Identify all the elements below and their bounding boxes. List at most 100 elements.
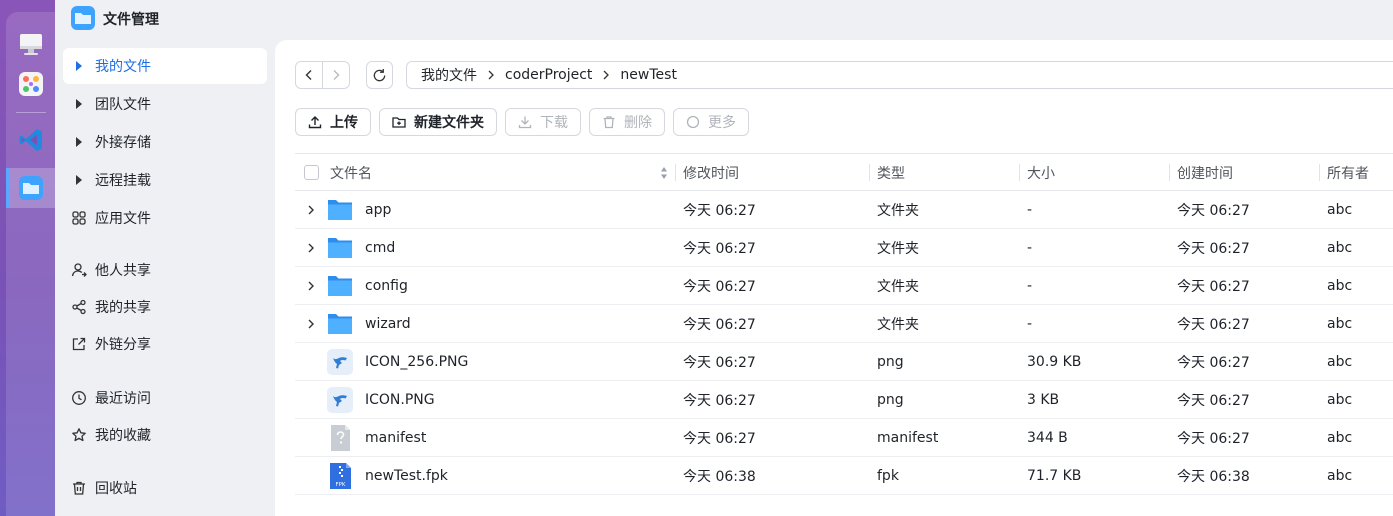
table-header: 文件名 修改时间 类型 大小 创建时间 所有者 (295, 153, 1393, 191)
file-name: newTest.fpk (365, 467, 448, 484)
file-modified: 今天 06:27 (683, 240, 756, 257)
sidebar-item-recycle-bin[interactable]: 回收站 (63, 470, 267, 506)
upload-button[interactable]: 上传 (295, 108, 371, 136)
sort-icon[interactable] (660, 165, 668, 181)
forward-button[interactable] (322, 62, 349, 88)
more-button[interactable]: 更多 (673, 108, 749, 136)
table-row[interactable]: app 今天 06:27 文件夹 - 今天 06:27 abc (295, 191, 1393, 229)
select-all-checkbox[interactable] (304, 165, 319, 180)
delete-button-label: 删除 (624, 115, 652, 131)
table-row[interactable]: manifest 今天 06:27 manifest 344 B 今天 06:2… (295, 419, 1393, 457)
sidebar-item-recent[interactable]: 最近访问 (63, 380, 267, 416)
file-size: 71.7 KB (1027, 467, 1082, 484)
file-size: - (1027, 201, 1033, 218)
file-size: - (1027, 277, 1033, 294)
refresh-icon (373, 68, 386, 81)
file-created: 今天 06:27 (1177, 278, 1250, 295)
file-created: 今天 06:27 (1177, 430, 1250, 447)
column-header-size[interactable]: 大小 (1027, 154, 1055, 191)
sidebar-item-remote-mount[interactable]: 远程挂载 (63, 162, 267, 198)
column-header-created[interactable]: 创建时间 (1177, 154, 1233, 191)
more-button-label: 更多 (708, 115, 736, 131)
chevron-right-icon (487, 70, 495, 80)
column-header-type[interactable]: 类型 (877, 154, 905, 191)
file-name: manifest (365, 429, 427, 446)
vscode-icon (19, 129, 42, 151)
file-size: - (1027, 239, 1033, 256)
folder-icon (328, 276, 352, 296)
unknown-file-icon (331, 425, 350, 451)
file-type: 文件夹 (877, 278, 919, 295)
file-modified: 今天 06:27 (683, 392, 756, 409)
delete-button[interactable]: 删除 (589, 108, 665, 136)
app-title: 文件管理 (103, 12, 159, 28)
breadcrumb-item-newtest[interactable]: newTest (620, 67, 677, 83)
file-size: 30.9 KB (1027, 353, 1082, 370)
folder-icon (328, 200, 352, 220)
table-row[interactable]: ICON.PNG 今天 06:27 png 3 KB 今天 06:27 abc (295, 381, 1393, 419)
file-modified: 今天 06:27 (683, 316, 756, 333)
chevron-right-icon (333, 70, 340, 80)
clock-icon (71, 390, 87, 406)
trash-icon (71, 480, 87, 496)
file-created: 今天 06:38 (1177, 468, 1250, 485)
chevron-right-icon[interactable] (305, 242, 317, 254)
chevron-right-icon[interactable] (305, 318, 317, 330)
column-header-owner[interactable]: 所有者 (1327, 154, 1369, 191)
back-button[interactable] (296, 62, 322, 88)
file-name: app (365, 201, 392, 218)
download-button-label: 下载 (540, 115, 568, 131)
breadcrumb-item-my-files[interactable]: 我的文件 (421, 65, 477, 85)
file-browser-panel: 我的文件 coderProject newTest 上传 新建文件夹 下载 删除… (275, 40, 1393, 516)
chevron-right-icon[interactable] (305, 204, 317, 216)
sidebar-item-label: 应用文件 (95, 211, 151, 227)
sidebar-item-app-files[interactable]: 应用文件 (63, 200, 267, 236)
column-header-name[interactable]: 文件名 (330, 154, 372, 191)
external-link-icon (71, 336, 87, 352)
table-row[interactable]: config 今天 06:27 文件夹 - 今天 06:27 abc (295, 267, 1393, 305)
dock-separator (16, 112, 46, 113)
sidebar-item-my-shares[interactable]: 我的共享 (63, 289, 267, 325)
sidebar-item-label: 我的共享 (95, 300, 151, 316)
file-name: cmd (365, 239, 396, 256)
star-icon (71, 427, 87, 443)
sidebar-item-favorites[interactable]: 我的收藏 (63, 417, 267, 453)
new-folder-button[interactable]: 新建文件夹 (379, 108, 497, 136)
file-owner: abc (1327, 239, 1353, 256)
file-created: 今天 06:27 (1177, 240, 1250, 257)
file-created: 今天 06:27 (1177, 202, 1250, 219)
refresh-button[interactable] (366, 61, 393, 89)
sidebar-item-external-storage[interactable]: 外接存储 (63, 124, 267, 160)
sidebar-item-link-shares[interactable]: 外链分享 (63, 326, 267, 362)
breadcrumb-item-coderproject[interactable]: coderProject (505, 67, 592, 83)
dock-desktop-app[interactable] (6, 24, 55, 64)
more-circle-icon (686, 115, 700, 129)
table-row[interactable]: ICON_256.PNG 今天 06:27 png 30.9 KB 今天 06:… (295, 343, 1393, 381)
file-modified: 今天 06:27 (683, 430, 756, 447)
dock-file-manager[interactable] (6, 168, 55, 208)
history-nav (295, 61, 350, 89)
monitor-icon (19, 34, 42, 55)
column-divider (675, 164, 676, 181)
table-row[interactable]: wizard 今天 06:27 文件夹 - 今天 06:27 abc (295, 305, 1393, 343)
dock-vscode[interactable] (6, 120, 55, 160)
file-created: 今天 06:27 (1177, 392, 1250, 409)
download-button[interactable]: 下载 (505, 108, 581, 136)
sidebar-item-label: 他人共享 (95, 263, 151, 279)
caret-right-icon (71, 172, 87, 188)
sidebar-item-shared-with-me[interactable]: 他人共享 (63, 252, 267, 288)
file-type: 文件夹 (877, 202, 919, 219)
sidebar-item-team-files[interactable]: 团队文件 (63, 86, 267, 122)
caret-right-icon (71, 58, 87, 74)
table-row[interactable]: cmd 今天 06:27 文件夹 - 今天 06:27 abc (295, 229, 1393, 267)
column-header-modified[interactable]: 修改时间 (683, 154, 739, 191)
dock-app-center[interactable] (6, 64, 55, 104)
file-name: ICON_256.PNG (365, 353, 469, 370)
sidebar-item-my-files[interactable]: 我的文件 (63, 48, 267, 84)
file-name: ICON.PNG (365, 391, 435, 408)
chevron-left-icon (305, 70, 312, 80)
table-row[interactable]: FPK newTest.fpk 今天 06:38 fpk 71.7 KB 今天 … (295, 457, 1393, 495)
chevron-right-icon[interactable] (305, 280, 317, 292)
file-type: fpk (877, 467, 899, 484)
download-icon (518, 115, 532, 129)
